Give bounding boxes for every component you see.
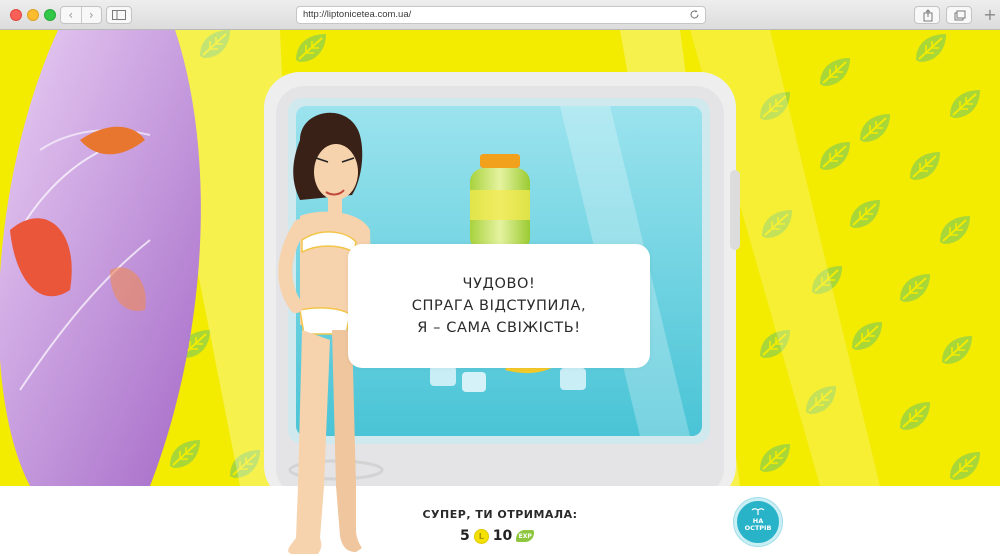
coins-value: 5 bbox=[460, 528, 470, 544]
speech-line-3: Я – САМА СВІЖІСТЬ! bbox=[417, 320, 581, 336]
share-icon bbox=[923, 9, 933, 22]
sidebar-icon bbox=[112, 10, 126, 20]
speech-line-2: СПРАГА ВІДСТУПИЛА, bbox=[411, 298, 587, 314]
chevron-right-icon: › bbox=[88, 8, 94, 22]
plus-icon: + bbox=[983, 5, 997, 24]
tabs-icon bbox=[954, 10, 966, 21]
share-button[interactable] bbox=[914, 6, 940, 24]
island-button-line2: ОСТРІВ bbox=[744, 524, 772, 532]
exp-leaf-icon: EXP bbox=[516, 530, 535, 542]
close-window-button[interactable] bbox=[10, 9, 22, 21]
minimize-window-button[interactable] bbox=[27, 9, 39, 21]
speech-bubble: ЧУДОВО! СПРАГА ВІДСТУПИЛА, Я – САМА СВІЖ… bbox=[348, 244, 650, 368]
address-bar[interactable]: http://liptonicetea.com.ua/ bbox=[296, 6, 706, 24]
reward-values: 5 L 10 EXP bbox=[460, 526, 535, 546]
palm-icon bbox=[751, 508, 765, 515]
game-scene: ЧУДОВО! СПРАГА ВІДСТУПИЛА, Я – САМА СВІЖ… bbox=[0, 30, 1000, 486]
exp-label: EXP bbox=[518, 532, 532, 540]
browser-toolbar: ‹ › http://liptonicetea.com.ua/ + bbox=[0, 0, 1000, 30]
speech-line-1: ЧУДОВО! bbox=[462, 276, 536, 292]
back-button[interactable]: ‹ bbox=[61, 7, 81, 23]
coin-icon: L bbox=[473, 528, 489, 544]
reward-panel: СУПЕР, ТИ ОТРИМАЛА: 5 L 10 EXP bbox=[0, 486, 1000, 556]
url-text: http://liptonicetea.com.ua/ bbox=[303, 9, 412, 20]
to-island-button[interactable]: НА ОСТРІВ bbox=[734, 498, 782, 546]
navigation-buttons: ‹ › bbox=[60, 6, 102, 24]
reload-icon[interactable] bbox=[689, 9, 700, 20]
chevron-left-icon: ‹ bbox=[68, 8, 74, 22]
sidebar-toggle-button[interactable] bbox=[106, 6, 132, 24]
zoom-window-button[interactable] bbox=[44, 9, 56, 21]
exp-value: 10 bbox=[492, 528, 513, 544]
forward-button[interactable]: › bbox=[80, 7, 102, 23]
reward-title: СУПЕР, ТИ ОТРИМАЛА: bbox=[422, 508, 578, 521]
coin-icon-label: L bbox=[478, 531, 484, 541]
new-tab-button[interactable]: + bbox=[982, 5, 998, 24]
show-tabs-button[interactable] bbox=[946, 6, 972, 24]
